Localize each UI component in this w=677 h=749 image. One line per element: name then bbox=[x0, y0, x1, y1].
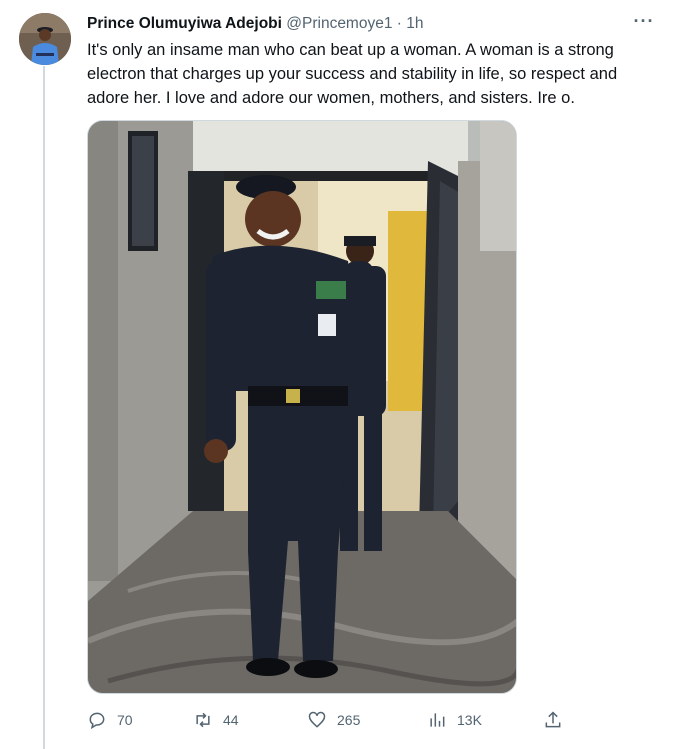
like-count: 265 bbox=[337, 712, 361, 728]
avatar[interactable] bbox=[19, 13, 71, 65]
tweet-time[interactable]: 1h bbox=[406, 15, 423, 32]
thread-line bbox=[43, 66, 45, 749]
like-button[interactable]: 265 bbox=[307, 708, 360, 732]
views-chart-icon bbox=[430, 713, 445, 727]
heart-icon bbox=[308, 711, 326, 728]
share-button[interactable] bbox=[543, 708, 563, 732]
views-button[interactable]: 13K bbox=[427, 708, 482, 732]
reply-button[interactable]: 70 bbox=[87, 708, 133, 732]
retweet-button[interactable]: 44 bbox=[193, 708, 239, 732]
views-count: 13K bbox=[457, 712, 482, 728]
reply-count: 70 bbox=[117, 712, 133, 728]
share-icon bbox=[545, 711, 561, 728]
reply-icon bbox=[89, 712, 105, 730]
author-handle[interactable]: @Princemoye1 bbox=[286, 15, 392, 32]
separator-dot: · bbox=[396, 15, 402, 32]
tweet-actions: 70 44 265 13K bbox=[87, 708, 577, 732]
author-name[interactable]: Prince Olumuyiwa Adejobi bbox=[87, 15, 282, 32]
retweet-count: 44 bbox=[223, 712, 239, 728]
tweet-text: It's only an insame man who can beat up … bbox=[87, 41, 618, 107]
tweet-photo[interactable] bbox=[87, 120, 517, 694]
more-options-icon[interactable]: ··· bbox=[631, 12, 657, 34]
retweet-icon bbox=[196, 712, 210, 728]
tweet-header: Prince Olumuyiwa Adejobi @Princemoye1 · … bbox=[87, 15, 424, 33]
